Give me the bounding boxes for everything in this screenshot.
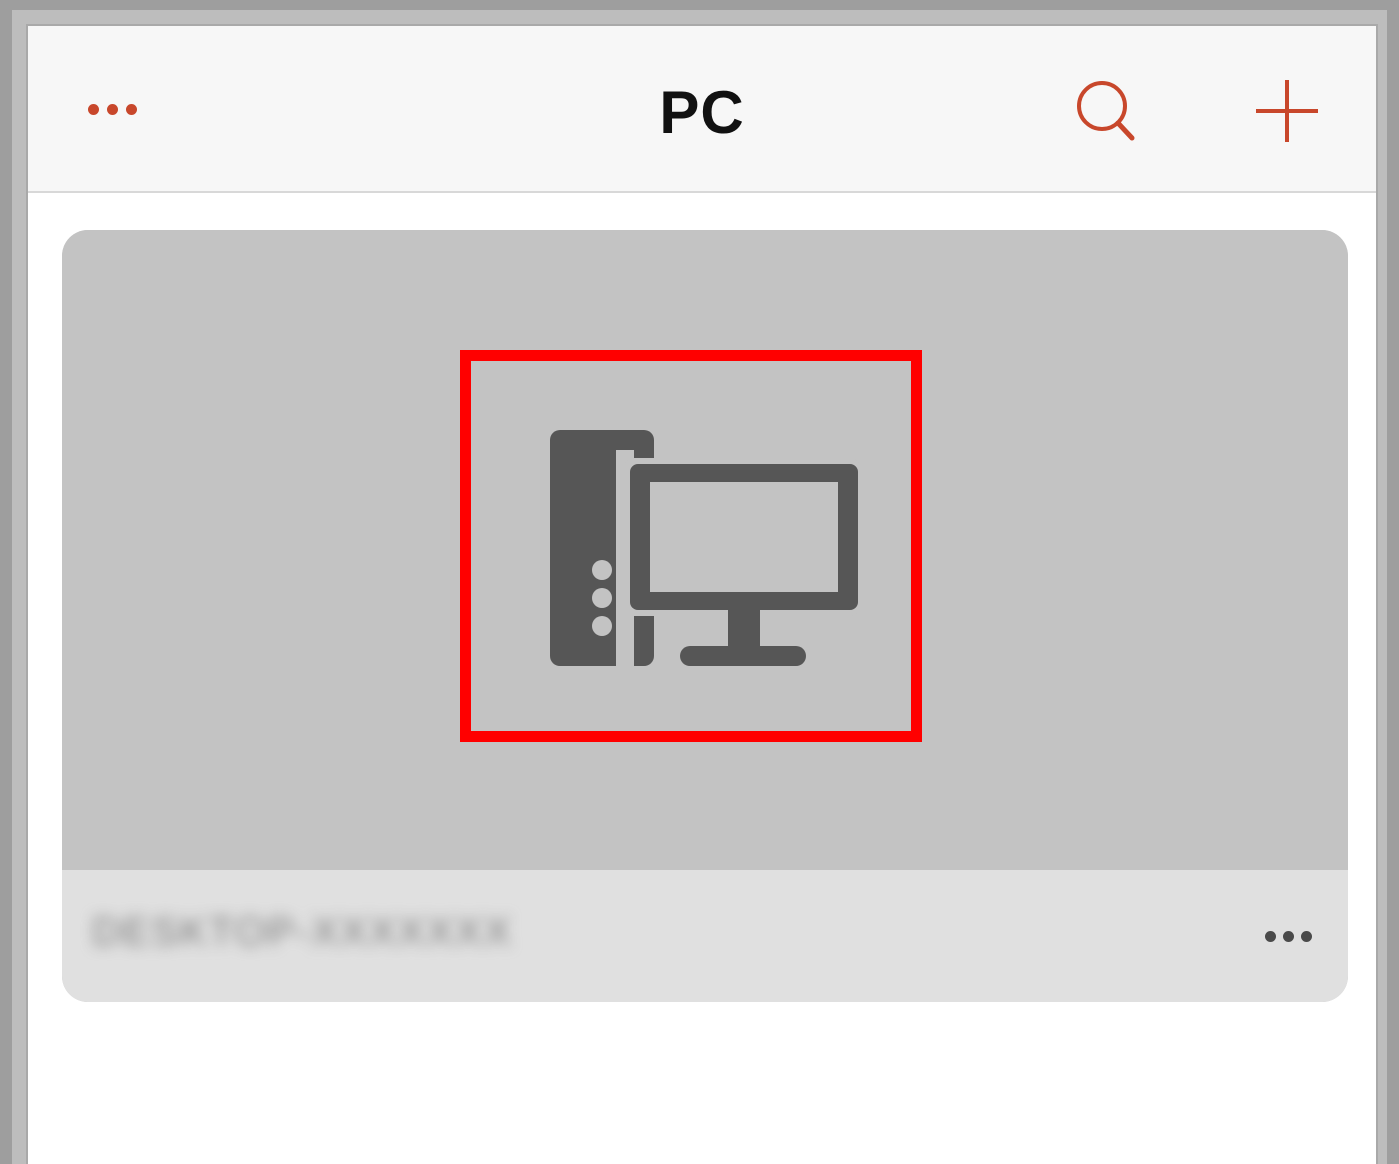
card-more-options-icon[interactable] <box>1256 924 1312 948</box>
more-dot <box>1301 930 1312 942</box>
page-title: PC <box>659 79 745 146</box>
pc-name-label: DESKTOP-XXXXXXX <box>92 910 513 954</box>
app-screen: PC DESKTOP-XXXXXXX <box>26 24 1378 1164</box>
search-icon[interactable] <box>1074 78 1140 144</box>
plus-icon[interactable] <box>1254 78 1320 144</box>
pc-card-footer: DESKTOP-XXXXXXX <box>62 870 1348 1002</box>
navigation-bar: PC <box>28 26 1376 193</box>
desktop-computer-icon <box>550 430 860 668</box>
more-dot <box>1265 930 1276 942</box>
pc-thumbnail[interactable] <box>62 230 1348 870</box>
pc-connection-card[interactable]: DESKTOP-XXXXXXX <box>62 230 1348 1002</box>
more-dot <box>1283 930 1294 942</box>
